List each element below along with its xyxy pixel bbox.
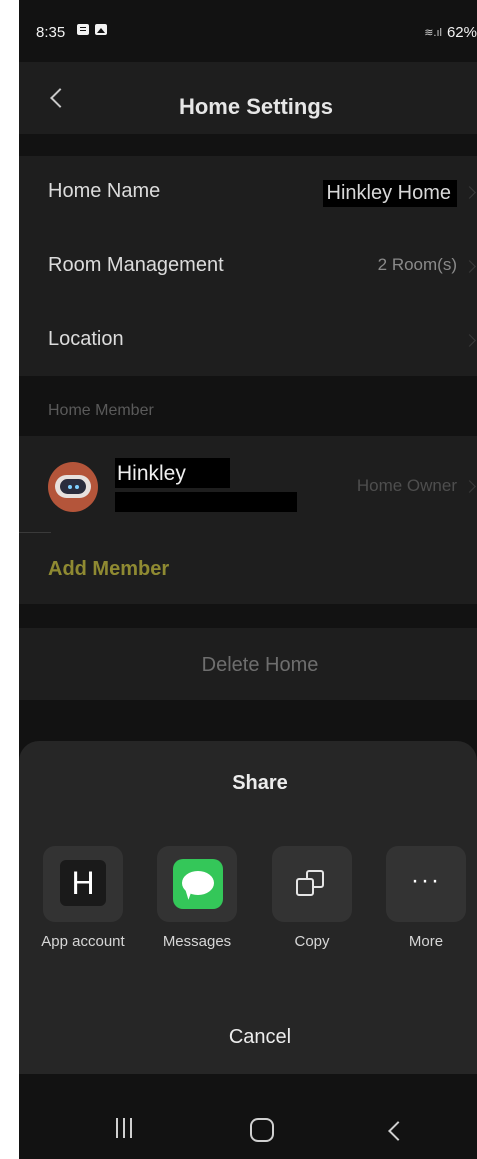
delete-home-label: Delete Home [201,654,319,676]
member-role: Home Owner [356,476,457,495]
phone-screen: 8:35 ≋.ıl 62% Home Settings Home Name Hi… [19,0,477,1159]
app-account-icon: H [60,860,106,906]
chevron-right-icon [465,188,475,198]
home-name-label: Home Name [48,180,161,202]
copy-icon [294,868,330,900]
share-messages-button[interactable]: Messages [147,846,247,956]
chevron-right-icon [465,262,475,272]
system-navigation-bar [19,1094,477,1159]
share-sheet-title: Share [232,772,288,794]
battery-percentage: 62% [446,24,477,41]
home-member-list: Hinkley Home Owner Add Member [19,436,477,604]
room-management-label: Room Management [48,254,224,276]
home-member-section-label: Home Member [48,402,154,419]
cancel-button[interactable]: Cancel [19,1000,477,1074]
share-more-button[interactable]: ··· More [376,846,476,956]
share-option-label: App account [41,933,125,950]
share-option-label: Messages [162,933,232,950]
wifi-signal-icon: ≋.ıl [424,27,442,39]
home-name-row[interactable]: Home Name Hinkley Home [19,156,477,230]
member-name: Hinkley [115,458,230,488]
robot-face-icon [55,475,91,498]
cancel-label: Cancel [228,1026,292,1048]
add-member-button[interactable]: Add Member [48,558,169,581]
home-name-value: Hinkley Home [322,180,457,207]
location-label: Location [48,328,124,350]
status-system-icons: ≋.ıl 62% [424,24,477,41]
gallery-notification-icon [95,24,107,35]
avatar [48,462,98,512]
chevron-right-icon [465,336,475,346]
status-bar: 8:35 ≋.ıl 62% [19,0,477,62]
share-app-account-button[interactable]: H App account [33,846,133,956]
member-account-redacted [115,492,297,512]
notes-notification-icon [77,24,89,35]
recents-icon[interactable] [116,1118,136,1138]
home-settings-list: Home Name Hinkley Home Room Management 2… [19,156,477,376]
top-app-bar: Home Settings [19,62,477,134]
back-arrow-icon[interactable] [388,1121,408,1141]
room-management-row[interactable]: Room Management 2 Room(s) [19,230,477,304]
messages-icon [173,859,223,909]
share-option-label: Copy [294,933,330,950]
home-icon[interactable] [250,1118,274,1142]
status-time: 8:35 [36,24,66,41]
delete-home-button[interactable]: Delete Home [19,628,477,700]
room-count-value: 2 Room(s) [377,255,457,274]
share-option-label: More [408,933,444,950]
location-row[interactable]: Location [19,304,477,378]
chevron-right-icon [465,482,475,492]
share-copy-button[interactable]: Copy [262,846,362,956]
page-title: Home Settings [178,94,334,119]
divider [19,532,51,533]
more-icon: ··· [411,867,441,894]
status-notification-icons [77,24,107,35]
